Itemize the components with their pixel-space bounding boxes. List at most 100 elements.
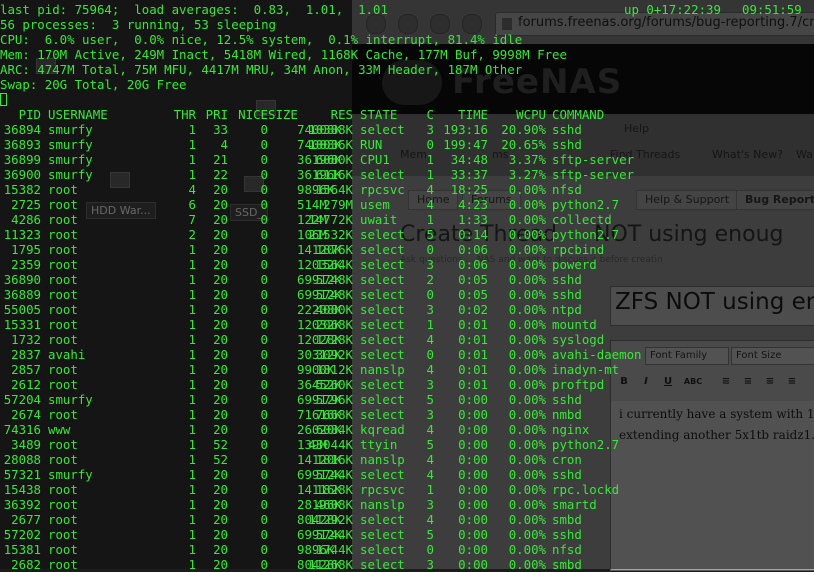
col-state: STATE xyxy=(360,107,398,122)
cell-nice: 0 xyxy=(260,302,268,317)
process-row: 1732 root 1 20 0 12028K 1728K select 4 0:01 0.00% s… xyxy=(0,332,814,347)
cell-wcpu: 0.00% xyxy=(508,437,546,452)
cell-thr: 1 xyxy=(188,137,196,152)
cell-pri: 20 xyxy=(213,467,228,482)
cell-username: smurfy xyxy=(48,137,93,152)
uptime: up 0+17:22:39 xyxy=(624,2,721,17)
cell-cpu: 0 xyxy=(426,287,434,302)
cell-pri: 20 xyxy=(213,272,228,287)
cell-username: root xyxy=(48,197,78,212)
col-size: SIZE xyxy=(268,107,298,122)
cell-pri: 20 xyxy=(213,527,228,542)
top-swap-line: Swap: 20G Total, 20G Free xyxy=(0,77,187,92)
cell-cpu: 0 xyxy=(426,137,434,152)
col-command: COMMAND xyxy=(552,107,605,122)
cell-pri: 20 xyxy=(213,302,228,317)
cell-thr: 1 xyxy=(188,317,196,332)
cell-time: 0:01 xyxy=(458,362,488,377)
cell-pri: 33 xyxy=(213,122,228,137)
cell-pid: 2837 xyxy=(11,347,41,362)
cell-username: root xyxy=(48,512,78,527)
cell-command: smbd xyxy=(552,512,582,527)
cell-command: sshd xyxy=(552,122,582,137)
cell-nice: 0 xyxy=(260,287,268,302)
cell-time: 0:00 xyxy=(458,437,488,452)
cell-pid: 36894 xyxy=(3,122,41,137)
cell-command: smartd xyxy=(552,497,597,512)
cell-thr: 1 xyxy=(188,332,196,347)
cell-thr: 7 xyxy=(188,212,196,227)
cell-state: select xyxy=(360,557,405,572)
cell-cpu: 5 xyxy=(426,527,434,542)
cell-res: 10036K xyxy=(308,137,353,152)
cell-time: 0:00 xyxy=(458,407,488,422)
cell-pid: 1732 xyxy=(11,332,41,347)
cell-state: select xyxy=(360,392,405,407)
cell-username: root xyxy=(48,272,78,287)
cell-thr: 1 xyxy=(188,452,196,467)
cell-pri: 52 xyxy=(213,437,228,452)
cell-thr: 1 xyxy=(188,272,196,287)
cell-cpu: 4 xyxy=(426,197,434,212)
cell-username: root xyxy=(48,497,78,512)
cell-command: avahi-daemon xyxy=(552,347,642,362)
process-row: 36889 root 1 20 0 69912K 5748K select 0 0:05 0.00%… xyxy=(0,287,814,302)
col-res: RES xyxy=(330,107,353,122)
process-row: 2857 root 1 20 0 9900K 1812K nanslp 4 0:01 0.00% in… xyxy=(0,362,814,377)
cell-thr: 4 xyxy=(188,182,196,197)
col-time: TIME xyxy=(458,107,488,122)
cell-cpu: 3 xyxy=(426,122,434,137)
cell-time: 0:00 xyxy=(458,452,488,467)
cell-nice: 0 xyxy=(260,467,268,482)
cell-pid: 57204 xyxy=(3,392,41,407)
cell-cpu: 4 xyxy=(426,362,434,377)
cell-res: 6116K xyxy=(315,167,353,182)
cell-wcpu: 0.00% xyxy=(508,182,546,197)
col-thr: THR xyxy=(173,107,196,122)
cell-username: www xyxy=(48,422,71,437)
cell-thr: 1 xyxy=(188,482,196,497)
cell-wcpu: 0.00% xyxy=(508,212,546,227)
cell-pid: 2682 xyxy=(11,557,41,572)
cell-cpu: 5 xyxy=(426,437,434,452)
cell-command: python2.7 xyxy=(552,197,620,212)
cell-username: root xyxy=(48,452,78,467)
cell-state: select xyxy=(360,122,405,137)
cell-time: 0:00 xyxy=(458,392,488,407)
cell-res: 3092K xyxy=(315,347,353,362)
cell-thr: 1 xyxy=(188,467,196,482)
cell-nice: 0 xyxy=(260,167,268,182)
cell-thr: 1 xyxy=(188,242,196,257)
cell-thr: 1 xyxy=(188,392,196,407)
cell-username: smurfy xyxy=(48,467,93,482)
cell-pid: 28088 xyxy=(3,452,41,467)
cell-wcpu: 0.00% xyxy=(508,452,546,467)
cell-cpu: 3 xyxy=(426,257,434,272)
cell-state: usem xyxy=(360,197,390,212)
cell-wcpu: 0.00% xyxy=(508,317,546,332)
col-wcpu: WCPU xyxy=(516,107,546,122)
terminal-window[interactable]: last pid: 75964; load averages: 0.83, 1.… xyxy=(0,0,814,572)
cell-username: root xyxy=(48,332,78,347)
process-row: 2725 root 6 20 0 514M 279M usem 4 4:23 0.00% python… xyxy=(0,197,814,212)
process-row: 15382 root 4 20 0 9896K 1564K rpcsvc 4 18:25 0.00%… xyxy=(0,182,814,197)
cell-cpu: 2 xyxy=(426,272,434,287)
cell-res: 1564K xyxy=(315,257,353,272)
process-row: 28088 root 1 52 0 14120K 1816K nanslp 4 0:00 0.00%… xyxy=(0,452,814,467)
cell-nice: 0 xyxy=(260,362,268,377)
cell-wcpu: 0.00% xyxy=(508,377,546,392)
cell-state: nanslp xyxy=(360,362,405,377)
cell-nice: 0 xyxy=(260,182,268,197)
cell-command: nfsd xyxy=(552,182,582,197)
cell-time: 199:47 xyxy=(443,137,488,152)
cell-state: select xyxy=(360,527,405,542)
cell-command: inadyn-mt xyxy=(552,362,620,377)
cell-nice: 0 xyxy=(260,197,268,212)
cell-pri: 20 xyxy=(213,197,228,212)
cell-cpu: 1 xyxy=(426,167,434,182)
cell-time: 193:16 xyxy=(443,122,488,137)
cell-username: smurfy xyxy=(48,167,93,182)
cell-wcpu: 0.00% xyxy=(508,227,546,242)
cell-res: 1816K xyxy=(315,452,353,467)
cell-command: collectd xyxy=(552,212,612,227)
